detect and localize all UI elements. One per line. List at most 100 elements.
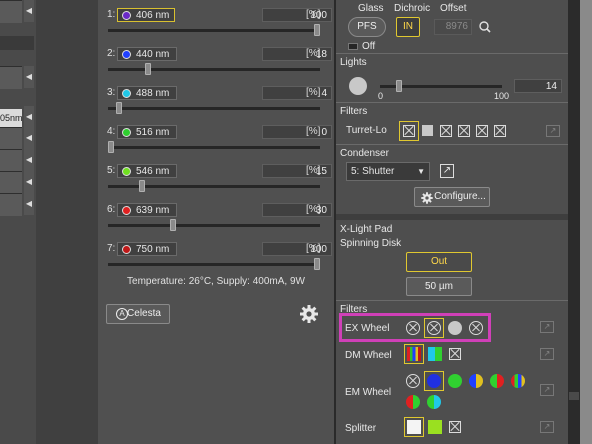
turret-pos-2[interactable] [422,125,433,136]
scroll-handle[interactable] [569,392,579,400]
dm-settings-icon[interactable]: ↗ [540,348,554,360]
channel-power-value[interactable]: 4 [262,86,332,100]
channel-name: 750 nm [136,244,170,255]
turret-settings-icon[interactable]: ↗ [546,125,560,137]
channel-slider-thumb[interactable] [138,180,145,192]
dm-wheel-pos-2[interactable] [428,347,442,361]
channel-unit: [%] [306,204,321,215]
channel-slider-thumb[interactable] [145,63,152,75]
lights-value[interactable]: 14 [514,79,562,93]
turret-pos-1[interactable] [403,125,415,137]
ex-wheel-pos-2[interactable] [427,321,441,335]
em-wheel-pos-2[interactable] [427,374,441,388]
em-wheel-pos-6[interactable] [511,374,525,388]
dm-wheel-pos-3[interactable] [449,348,461,360]
channel-name-button[interactable]: 546 nm [117,164,177,178]
ex-settings-icon[interactable]: ↗ [540,321,554,333]
turret-pos-4[interactable] [458,125,470,137]
left-arrow-icon[interactable]: ◀ [24,127,34,149]
splitter-settings-icon[interactable]: ↗ [540,421,554,433]
dichroic-in-button[interactable]: IN [396,17,420,37]
channel-power-value[interactable]: 100 [262,8,332,22]
channel-name-button[interactable]: 516 nm [117,125,177,139]
splitter-pos-3[interactable] [449,421,461,433]
channel-name-button[interactable]: 440 nm [117,47,177,61]
channel-power-slider[interactable] [108,107,320,110]
em-wheel-pos-7[interactable] [406,395,420,409]
em-wheel-pos-1[interactable] [406,374,420,388]
laser-panel: 1: 406 nm 100 [%] 2: 440 nm 18 [%] 3: 488 nm 4 [%] 4… [98,0,334,444]
channel-name-button[interactable]: 639 nm [117,203,177,217]
em-wheel-pos-4[interactable] [469,374,483,388]
light-toggle-icon[interactable] [349,77,367,95]
splitter-pos-1[interactable] [407,420,421,434]
channel-power-slider[interactable] [108,29,320,32]
dm-wheel-pos-1[interactable] [407,347,421,361]
em-settings-icon[interactable]: ↗ [540,384,554,396]
left-arrow-icon[interactable]: ◀ [24,66,34,88]
list-row[interactable] [0,127,22,150]
cut-label[interactable]: 05nm [0,109,23,127]
left-arrow-icon[interactable]: ◀ [24,171,34,193]
list-row[interactable] [0,193,22,216]
ex-wheel-pos-1[interactable] [406,321,420,335]
left-arrow-icon[interactable]: ◀ [24,149,34,171]
channel-power-value[interactable]: 15 [262,164,332,178]
channel-name-button[interactable]: 750 nm [117,242,177,256]
channel-power-slider[interactable] [108,68,320,71]
channel-power-slider[interactable] [108,146,320,149]
turret-pos-3[interactable] [440,125,452,137]
channel-unit: [%] [306,243,321,254]
lights-label: Lights [340,57,367,68]
channel-unit: [%] [306,48,321,59]
divider [336,53,568,54]
50um-button[interactable]: 50 µm [406,277,472,296]
channel-name: 546 nm [136,166,170,177]
splitter-pos-2[interactable] [428,420,442,434]
channel-power-value[interactable]: 30 [262,203,332,217]
condenser-select[interactable]: 5: Shutter ▼ [346,162,430,181]
left-arrow-icon[interactable]: ◀ [24,0,34,22]
channel-power-value[interactable]: 0 [262,125,332,139]
left-arrow-icon[interactable]: ◀ [24,106,34,128]
laser-color-icon [122,245,131,254]
ex-wheel-pos-3[interactable] [448,321,462,335]
laser-color-icon [122,89,131,98]
ex-wheel-pos-4[interactable] [469,321,483,335]
channel-slider-thumb[interactable] [314,258,320,270]
condenser-open-icon[interactable]: ↗ [440,164,454,178]
right-scroll-column[interactable] [568,0,580,444]
configure-button[interactable]: Configure... [414,187,490,207]
pfs-button[interactable]: PFS [348,17,386,37]
channel-slider-thumb[interactable] [169,219,176,231]
list-row[interactable] [0,0,22,23]
em-wheel-pos-8[interactable] [427,395,441,409]
lights-slider-thumb[interactable] [396,80,403,92]
channel-power-value[interactable]: 100 [262,242,332,256]
turret-pos-5[interactable] [476,125,488,137]
search-icon[interactable] [478,20,492,34]
em-wheel-pos-5[interactable] [490,374,504,388]
gear-icon[interactable] [298,303,320,325]
celesta-icon: A [116,308,128,320]
list-row[interactable] [0,66,22,89]
channel-name-button[interactable]: 406 nm [117,8,175,22]
list-row[interactable] [0,149,22,172]
channel-power-slider[interactable] [108,224,320,227]
off-indicator[interactable] [348,43,358,50]
offset-field[interactable]: 8976 [434,19,472,35]
left-arrow-icon[interactable]: ◀ [24,193,34,215]
turret-pos-6[interactable] [494,125,506,137]
out-button[interactable]: Out [406,252,472,272]
channel-power-slider[interactable] [108,263,320,266]
channel-name-button[interactable]: 488 nm [117,86,177,100]
channel-slider-thumb[interactable] [314,24,320,36]
em-wheel-pos-3[interactable] [448,374,462,388]
channel-slider-thumb[interactable] [116,102,123,114]
celesta-button[interactable]: A Celesta [106,304,170,324]
channel-index: 3: [107,87,116,98]
list-row[interactable] [0,171,22,194]
channel-power-value[interactable]: 18 [262,47,332,61]
celesta-label: Celesta [127,308,161,319]
channel-slider-thumb[interactable] [108,141,114,153]
